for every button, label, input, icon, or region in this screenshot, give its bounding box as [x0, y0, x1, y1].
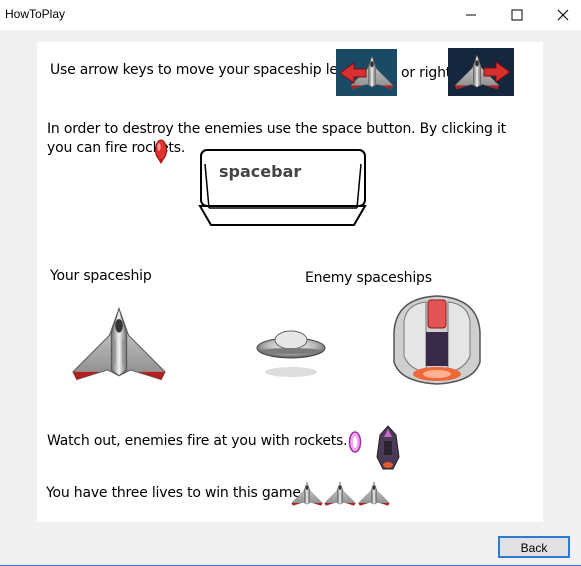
spacebar-key-label: spacebar [219, 162, 302, 181]
ufo-enemy-icon [255, 324, 327, 380]
minimize-button[interactable] [448, 0, 494, 30]
enemy-spaceships-label: Enemy spaceships [305, 270, 432, 286]
instructions-panel: Use arrow keys to move your spaceship le… [37, 42, 543, 522]
window-title: HowToPlay [5, 7, 66, 21]
move-instruction-text: Use arrow keys to move your spaceship le… [50, 62, 348, 78]
maximize-button[interactable] [494, 0, 540, 30]
close-icon [557, 9, 569, 21]
title-bar: HowToPlay [0, 0, 581, 30]
spacebar-key-image: spacebar [197, 146, 369, 226]
mothership-enemy-icon [386, 292, 488, 388]
move-instruction-text-mid: or right [401, 65, 452, 81]
back-button[interactable]: Back [498, 536, 570, 558]
enemy-fighter-icon [375, 425, 401, 471]
ship-right-arrow-icon [448, 48, 514, 96]
enemy-rocket-icon [348, 430, 362, 454]
player-spaceship-icon [71, 304, 167, 386]
ship-left-arrow-icon [336, 49, 397, 96]
close-button[interactable] [540, 0, 581, 30]
life-ship-icon [358, 480, 390, 508]
life-ship-icon [324, 480, 356, 508]
life-ship-icon [291, 480, 323, 508]
enemy-fire-warning-text: Watch out, enemies fire at you with rock… [47, 433, 348, 449]
rocket-icon [154, 138, 168, 164]
minimize-icon [466, 14, 476, 16]
lives-info-text: You have three lives to win this game. [46, 485, 306, 501]
your-spaceship-label: Your spaceship [50, 268, 152, 284]
maximize-icon [511, 9, 523, 21]
